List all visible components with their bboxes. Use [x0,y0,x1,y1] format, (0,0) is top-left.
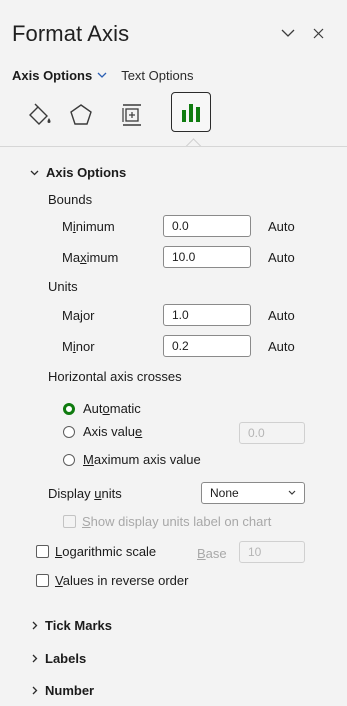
chevron-down-icon [97,72,107,78]
display-units-select[interactable]: None [201,482,305,504]
chevron-down-icon [288,490,296,495]
tab-text-options[interactable]: Text Options [121,68,193,83]
axis-options-icon [182,104,200,122]
values-reverse-order-checkbox[interactable] [36,574,49,587]
minimum-label: Minimum [62,219,115,234]
minimum-input[interactable]: 0.0 [163,215,251,237]
base-input[interactable]: 10 [239,541,305,563]
axis-options-button[interactable] [171,92,211,132]
maximum-auto-button[interactable]: Auto [268,250,295,265]
base-label: Base [197,546,227,561]
chevron-right-icon [32,686,38,695]
automatic-radio-label[interactable]: Automatic [83,401,141,416]
section-labels-label: Labels [45,651,87,666]
close-icon [313,28,323,38]
horizontal-axis-crosses-label: Horizontal axis crosses [48,369,182,384]
minor-auto-button[interactable]: Auto [268,339,295,354]
display-units-label: Display units [48,486,122,501]
tab-axis-options-label: Axis Options [12,67,93,83]
maximum-input[interactable]: 10.0 [163,246,251,268]
chevron-right-icon [32,654,38,663]
logarithmic-scale-checkbox[interactable] [36,545,49,558]
show-display-units-label: Show display units label on chart [82,514,272,529]
maximum-axis-value-radio[interactable] [63,454,75,466]
values-reverse-order-label[interactable]: Values in reverse order [55,573,188,588]
tab-text-options-label: Text Options [121,67,194,83]
section-axis-options-label: Axis Options [46,165,127,180]
display-units-selected: None [210,486,239,500]
size-properties-button[interactable] [114,95,150,135]
fill-line-button[interactable] [22,95,58,135]
major-auto-button[interactable]: Auto [268,308,295,323]
section-tick-marks-label: Tick Marks [45,618,112,633]
section-tick-marks[interactable]: Tick Marks [32,618,112,633]
chevron-down-icon [281,29,295,37]
section-number[interactable]: Number [32,683,94,698]
show-display-units-checkbox[interactable] [63,515,76,528]
effects-icon [70,104,92,125]
minor-input[interactable]: 0.2 [163,335,251,357]
axis-value-radio-label[interactable]: Axis value [83,424,142,439]
options-tabs: Axis Options Text Options [12,65,193,85]
units-label: Units [48,279,78,294]
pane-header: Format Axis Axis Options Text Options [0,0,347,140]
chevron-right-icon [32,621,38,630]
minor-label: Minor [62,339,95,354]
axis-options-selected-frame [171,92,211,132]
section-labels[interactable]: Labels [32,651,86,666]
section-number-label: Number [45,683,95,698]
header-divider [0,146,347,147]
close-pane-button[interactable] [300,18,336,48]
bounds-label: Bounds [48,192,93,207]
maximum-label: Maximum [62,250,119,265]
category-icon-bar [26,92,346,137]
major-input[interactable]: 1.0 [163,304,251,326]
section-axis-options[interactable]: Axis Options [30,165,126,180]
logarithmic-scale-label[interactable]: Logarithmic scale [55,544,156,559]
major-label: Major [62,308,95,323]
size-properties-icon [122,104,141,126]
format-axis-pane: Format Axis Axis Options Text Options Ax… [0,0,347,706]
axis-value-input[interactable]: 0.0 [239,422,305,444]
automatic-radio[interactable] [63,403,75,415]
pane-title: Format Axis [12,21,130,46]
chevron-down-icon [30,170,39,175]
minimum-auto-button[interactable]: Auto [268,219,295,234]
tab-axis-options[interactable]: Axis Options [12,68,107,83]
fill-line-icon [29,103,51,125]
maximum-axis-value-label[interactable]: Maximum axis value [83,452,201,467]
axis-value-radio[interactable] [63,426,75,438]
effects-button[interactable] [63,95,99,135]
